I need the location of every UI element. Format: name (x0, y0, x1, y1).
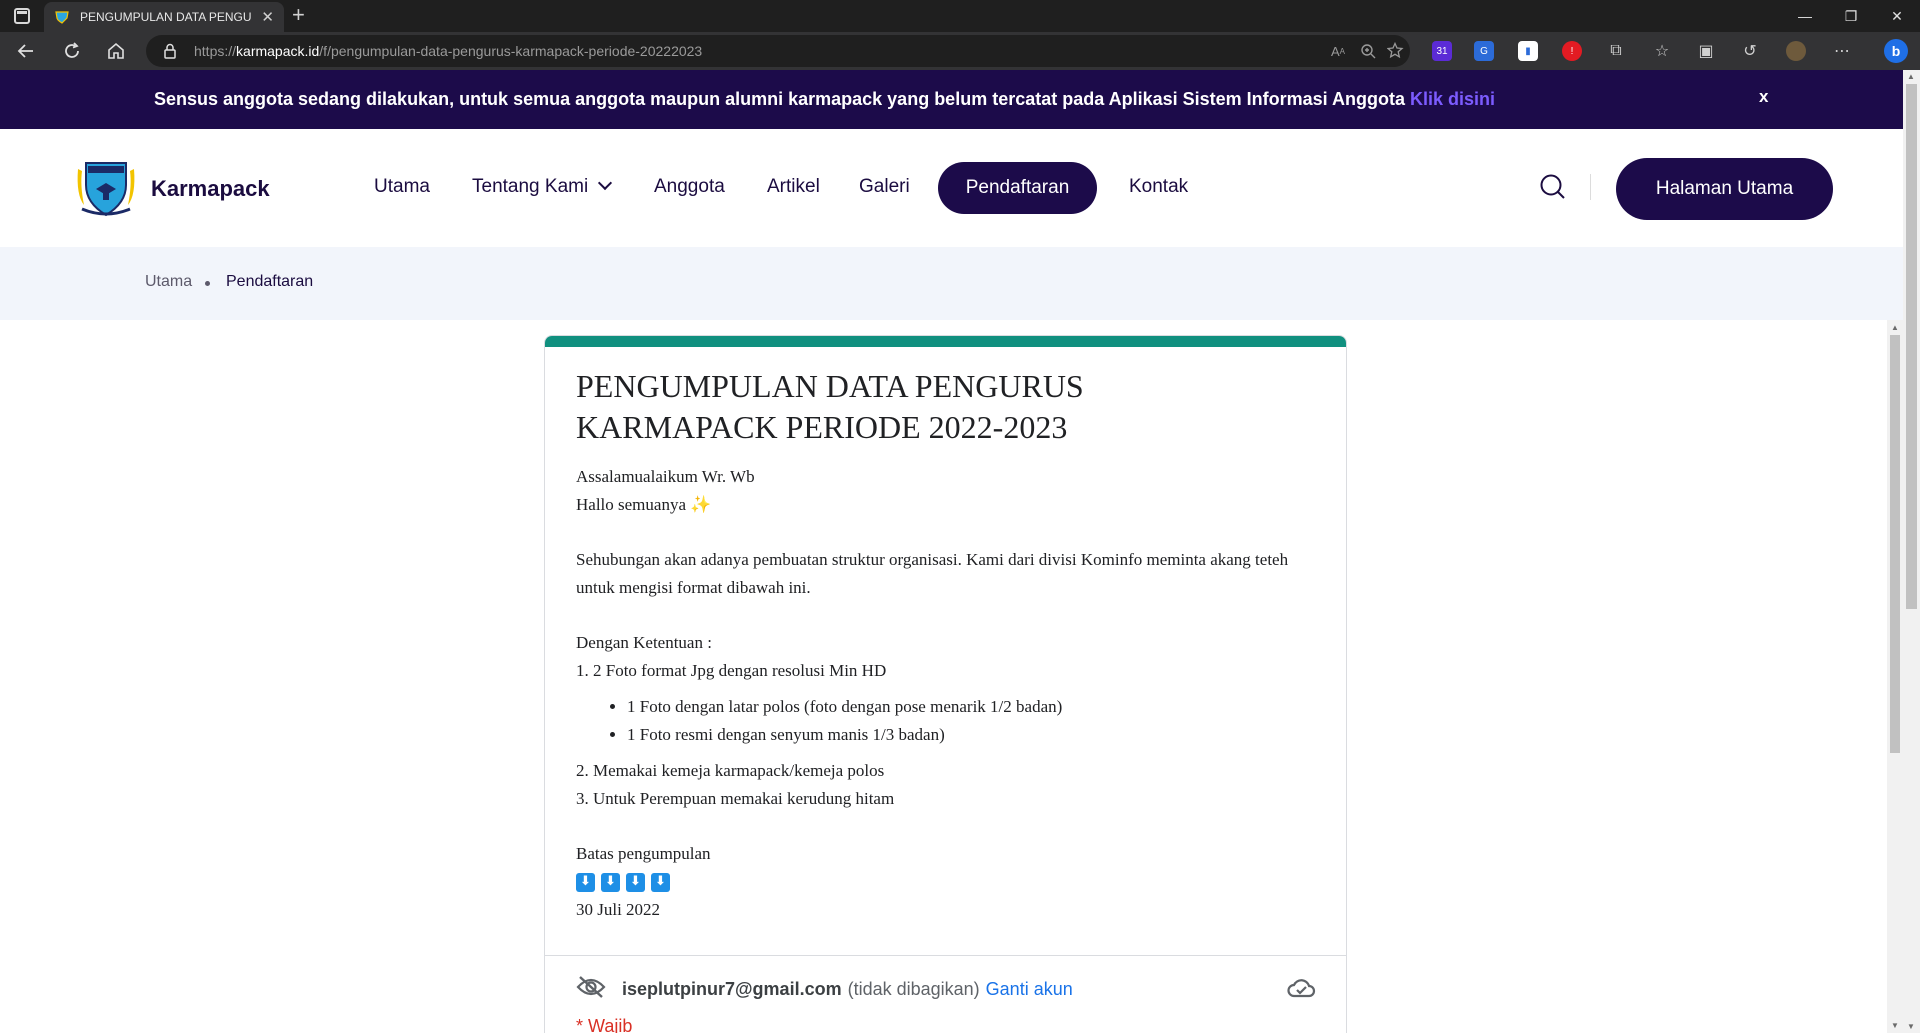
banner-close-button[interactable]: x (1759, 87, 1768, 107)
browser-toolbar: https://karmapack.id/f/pengumpulan-data-… (0, 32, 1920, 70)
form-rule-1: 1. 2 Foto format Jpg dengan resolusi Min… (576, 661, 887, 680)
account-note: (tidak dibagikan) (847, 978, 980, 999)
karmapack-favicon-icon (54, 9, 70, 25)
url-domain: karmapack.id (236, 43, 320, 59)
minimize-icon[interactable]: — (1782, 0, 1828, 32)
list-item: 1 Foto dengan latar polos (foto dengan p… (627, 693, 1316, 721)
form-rules-heading: Dengan Ketentuan : (576, 633, 712, 652)
browser-tab-bar: PENGUMPULAN DATA PENGURU ✕ + — ❐ ✕ (0, 0, 1920, 32)
new-tab-icon[interactable]: + (292, 3, 305, 27)
close-window-icon[interactable]: ✕ (1874, 0, 1920, 32)
switch-account-link[interactable]: Ganti akun (986, 979, 1073, 1000)
form-deadline-label: Batas pengumpulan (576, 844, 711, 863)
reload-icon[interactable] (60, 39, 84, 63)
down-arrow-icon: ⬇ (626, 872, 645, 892)
nav-galeri[interactable]: Galeri (859, 176, 910, 198)
bing-copilot-icon[interactable]: b (1884, 39, 1908, 63)
page-scrollbar-thumb[interactable] (1906, 84, 1917, 609)
frame-scrollbar[interactable]: ▲ ▼ (1887, 320, 1903, 1033)
nav-kontak[interactable]: Kontak (1129, 176, 1188, 198)
form-rule-2: 2. Memakai kemeja karmapack/kemeja polos (576, 761, 885, 780)
form-divider (545, 955, 1346, 956)
required-note: * Wajib (576, 1016, 633, 1033)
down-arrow-icon: ⬇ (576, 872, 595, 892)
scroll-up-icon[interactable]: ▲ (1891, 323, 1899, 332)
form-deadline-date: 30 Juli 2022 (576, 900, 661, 919)
add-favorite-icon[interactable] (1386, 41, 1406, 61)
karmapack-logo[interactable] (74, 155, 138, 219)
browser-tab-active[interactable]: PENGUMPULAN DATA PENGURU ✕ (44, 2, 284, 32)
nav-anggota[interactable]: Anggota (654, 176, 725, 198)
down-arrows: ⬇ ⬇ ⬇ ⬇ (576, 868, 1316, 896)
list-item: 1 Foto resmi dengan senyum manis 1/3 bad… (627, 721, 1316, 749)
form-greeting: Assalamualaikum Wr. Wb (576, 467, 755, 486)
calendar-extension-icon[interactable]: 31 (1432, 41, 1452, 61)
form-title: PENGUMPULAN DATA PENGURUS KARMAPACK PERI… (576, 366, 1316, 448)
history-icon[interactable]: ↺ (1740, 41, 1760, 61)
breadcrumb-current: Pendaftaran (226, 273, 314, 290)
down-arrow-icon: ⬇ (651, 872, 670, 892)
translate-extension-icon[interactable]: G (1474, 41, 1494, 61)
eye-off-icon (576, 975, 606, 1004)
extensions-icon[interactable]: ⧉ (1606, 41, 1626, 61)
more-menu-icon[interactable]: ⋯ (1832, 41, 1852, 61)
logo-text[interactable]: Karmapack (151, 176, 270, 202)
back-icon[interactable] (14, 39, 38, 63)
cloud-saved-icon (1286, 976, 1316, 1002)
tab-title: PENGUMPULAN DATA PENGURU (79, 10, 252, 24)
scroll-down-icon[interactable]: ▼ (1907, 1022, 1915, 1031)
account-email: iseplutpinur7@gmail.com (622, 978, 842, 999)
nav-pendaftaran[interactable]: Pendaftaran (938, 162, 1097, 214)
form-rule-1-list: 1 Foto dengan latar polos (foto dengan p… (627, 693, 1316, 749)
down-arrow-icon: ⬇ (601, 872, 620, 892)
read-aloud-icon[interactable]: AA (1328, 41, 1348, 61)
url-text[interactable]: https://karmapack.id/f/pengumpulan-data-… (194, 43, 702, 59)
banner-text: Sensus anggota sedang dilakukan, untuk s… (154, 89, 1405, 109)
address-bar[interactable]: https://karmapack.id/f/pengumpulan-data-… (146, 35, 1410, 67)
collections-icon[interactable]: ▣ (1696, 41, 1716, 61)
banner-message: Sensus anggota sedang dilakukan, untuk s… (154, 89, 1495, 110)
breadcrumb: Utama Pendaftaran (0, 247, 1903, 320)
form-description: Assalamualaikum Wr. Wb Hallo semuanya ✨ … (576, 463, 1316, 924)
url-scheme: https:// (194, 43, 237, 59)
breadcrumb-home[interactable]: Utama (145, 273, 192, 291)
zoom-icon[interactable] (1358, 41, 1378, 61)
restore-icon[interactable]: ❐ (1828, 0, 1874, 32)
tab-actions-icon[interactable] (14, 8, 30, 24)
bookmark-extension-icon[interactable]: ▮ (1518, 41, 1538, 61)
form-accent-bar (545, 336, 1346, 347)
search-icon[interactable] (1539, 173, 1567, 201)
tab-close-icon[interactable]: ✕ (261, 8, 274, 26)
page-scrollbar[interactable]: ▲ ▼ (1903, 70, 1920, 1033)
extension-badge: 31 (1436, 45, 1448, 57)
form-title-line-2: KARMAPACK PERIODE 2022-2023 (576, 409, 1068, 445)
scroll-down-icon[interactable]: ▼ (1891, 1021, 1899, 1030)
security-extension-icon[interactable]: ! (1562, 41, 1582, 61)
profile-avatar[interactable] (1786, 41, 1806, 61)
chevron-down-icon (598, 175, 613, 191)
scroll-up-icon[interactable]: ▲ (1907, 72, 1915, 81)
halaman-utama-button[interactable]: Halaman Utama (1616, 158, 1833, 220)
account-row: iseplutpinur7@gmail.com (tidak dibagikan… (576, 974, 1316, 1004)
site-navbar: Karmapack Utama Tentang Kami Anggota Art… (0, 129, 1903, 247)
banner-link[interactable]: Klik disini (1410, 89, 1495, 109)
lock-icon[interactable] (163, 43, 177, 64)
window-controls: — ❐ ✕ (1782, 0, 1920, 32)
home-icon[interactable] (104, 39, 128, 63)
favorites-icon[interactable]: ☆ (1652, 41, 1672, 61)
nav-divider (1590, 174, 1591, 200)
form-hello: Hallo semuanya ✨ (576, 495, 712, 514)
breadcrumb-separator (205, 281, 210, 286)
url-path: /f/pengumpulan-data-pengurus-karmapack-p… (319, 43, 703, 59)
form-card: PENGUMPULAN DATA PENGURUS KARMAPACK PERI… (544, 335, 1347, 1033)
form-rule-3: 3. Untuk Perempuan memakai kerudung hita… (576, 789, 895, 808)
nav-artikel[interactable]: Artikel (767, 176, 820, 198)
form-title-line-1: PENGUMPULAN DATA PENGURUS (576, 368, 1084, 404)
nav-tentang-kami[interactable]: Tentang Kami (472, 175, 613, 198)
form-intro: Sehubungan akan adanya pembuatan struktu… (576, 550, 1289, 597)
announcement-banner: Sensus anggota sedang dilakukan, untuk s… (0, 70, 1903, 129)
nav-tentang-label: Tentang Kami (472, 176, 589, 197)
nav-utama[interactable]: Utama (374, 176, 430, 198)
frame-scrollbar-thumb[interactable] (1890, 335, 1900, 753)
